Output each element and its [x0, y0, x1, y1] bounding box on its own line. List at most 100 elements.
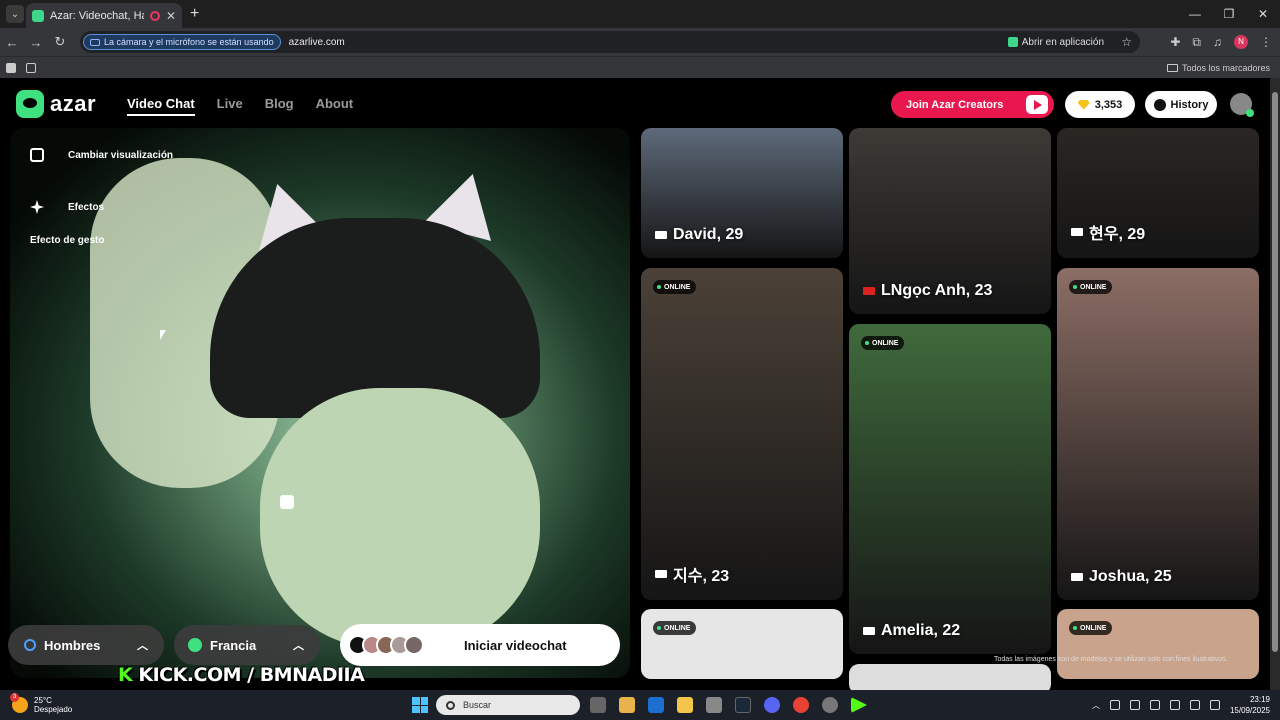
stream-overlay-text: K KICK.COM / BMNADIIA — [118, 664, 365, 686]
network-icon[interactable] — [1169, 700, 1180, 710]
kick-logo-letter: K — [118, 664, 133, 686]
maximize-button[interactable]: ❐ — [1212, 0, 1246, 28]
steam-tray-icon[interactable] — [1129, 700, 1140, 710]
address-bar[interactable]: La cámara y el micrófono se están usando… — [80, 31, 1140, 53]
profile-card-next[interactable] — [849, 664, 1051, 690]
start-videochat-button[interactable]: Iniciar videochat — [340, 624, 620, 666]
discord-icon[interactable] — [764, 697, 780, 713]
expand-icon — [30, 148, 44, 162]
windows-start-icon[interactable] — [412, 697, 428, 713]
store-icon[interactable] — [619, 697, 635, 713]
play-app-icon[interactable] — [851, 697, 867, 713]
back-button[interactable]: ← — [0, 35, 24, 50]
app-icon — [1007, 37, 1018, 47]
camera-notice-text: La cámara y el micrófono se están usando — [104, 37, 274, 47]
nav-about[interactable]: About — [316, 96, 354, 116]
profile-card-next[interactable]: ONLINE — [641, 609, 843, 679]
effects-button[interactable]: Efectos — [30, 200, 104, 214]
cloud-icon[interactable] — [1109, 700, 1120, 710]
microphone-icon[interactable] — [1149, 700, 1160, 710]
outlook-icon[interactable] — [648, 697, 664, 713]
file-explorer-icon[interactable] — [677, 697, 693, 713]
profile-card-lngoc-anh[interactable]: LNgọc Anh, 23 — [849, 128, 1051, 314]
open-in-app-button[interactable]: Abrir en aplicación — [1007, 36, 1104, 48]
history-button[interactable]: History — [1145, 91, 1217, 118]
gender-filter-button[interactable]: Hombres ︿ — [8, 625, 164, 665]
obs-icon[interactable] — [822, 697, 838, 713]
extensions-puzzle-icon[interactable]: ⧉ — [1192, 35, 1201, 50]
card-name-text: Joshua, 25 — [1089, 568, 1172, 585]
profile-card-david[interactable]: David, 29 — [641, 128, 843, 258]
play-icon — [1026, 95, 1048, 114]
gems-balance-button[interactable]: 3,353 — [1065, 91, 1135, 118]
online-badge: ONLINE — [653, 621, 697, 635]
join-creators-button[interactable]: Join Azar Creators — [891, 91, 1054, 118]
bookmark-star-icon[interactable]: ☆ — [1121, 35, 1132, 49]
vn-flag-icon — [863, 287, 875, 295]
page-scrollbar[interactable] — [1270, 78, 1280, 690]
close-window-button[interactable]: ✕ — [1246, 0, 1280, 28]
clock-icon — [1153, 98, 1166, 111]
card-name: Amelia, 22 — [863, 622, 960, 640]
open-in-app-label: Abrir en aplicación — [1021, 36, 1104, 48]
profile-card-jisu[interactable]: ONLINE 지수, 23 — [641, 268, 843, 600]
steam-icon[interactable] — [735, 697, 751, 713]
card-name-text: 현우, 29 — [1089, 226, 1146, 243]
scrollbar-thumb[interactable] — [1272, 92, 1278, 652]
extension-icon[interactable]: ✚ — [1170, 35, 1180, 49]
us-flag-icon — [655, 231, 667, 239]
menu-kebab-icon[interactable]: ⋮ — [1260, 35, 1272, 49]
all-bookmarks-label: Todos los marcadores — [1181, 62, 1270, 73]
tab-search-icon[interactable]: ⌄ — [6, 5, 24, 23]
nav-blog[interactable]: Blog — [265, 96, 294, 116]
task-view-icon[interactable] — [590, 697, 606, 713]
logo-text: azar — [50, 91, 97, 116]
nav-live[interactable]: Live — [217, 96, 243, 116]
profile-card-hyunwoo[interactable]: 현우, 29 — [1057, 128, 1259, 258]
search-icon — [446, 700, 455, 710]
camera-icon — [90, 38, 100, 46]
reload-button[interactable]: ↻ — [48, 34, 72, 50]
weather-widget[interactable]: 3 25°C Despejado — [10, 693, 73, 714]
camera-mic-indicator[interactable]: La cámara y el micrófono se están usando — [83, 34, 281, 50]
media-control-icon[interactable]: ♫ — [1213, 35, 1222, 49]
minimize-button[interactable]: — — [1178, 0, 1212, 28]
card-name-text: LNgọc Anh, 23 — [881, 282, 993, 299]
azar-favicon-icon — [32, 9, 44, 22]
gems-count: 3,353 — [1094, 98, 1123, 111]
browser-tab[interactable]: Azar: Videochat, Haz nuevo ✕ — [26, 3, 182, 28]
battery-icon[interactable] — [1209, 700, 1220, 710]
apps-grid-icon[interactable] — [26, 62, 36, 73]
gesture-effect-button[interactable]: Efecto de gesto — [30, 235, 294, 509]
avatar-stack — [348, 635, 424, 655]
taskbar-apps — [590, 697, 867, 713]
close-tab-icon[interactable]: ✕ — [166, 9, 176, 23]
chrome-icon[interactable] — [793, 697, 809, 713]
tray-overflow-icon[interactable]: ︿ — [1092, 700, 1100, 711]
kr-flag-icon — [1071, 228, 1083, 236]
profile-card-next[interactable]: ONLINE — [1057, 609, 1259, 679]
folder-icon — [1166, 63, 1178, 72]
url-text: azarlive.com — [288, 36, 345, 48]
forward-button[interactable]: → — [24, 35, 48, 50]
taskbar-search[interactable]: Buscar — [436, 695, 580, 715]
search-placeholder: Buscar — [463, 700, 492, 710]
weather-badge: 3 — [10, 693, 19, 702]
photos-icon[interactable] — [706, 697, 722, 713]
profile-card-joshua[interactable]: ONLINE Joshua, 25 — [1057, 268, 1259, 600]
profile-avatar[interactable]: N — [1234, 35, 1248, 49]
user-avatar[interactable] — [1230, 93, 1254, 117]
taskbar-clock[interactable]: 23:19 15/09/2025 — [1230, 694, 1270, 716]
azar-logo[interactable]: azar — [16, 90, 96, 118]
bookmark-app-icon[interactable] — [6, 62, 16, 73]
change-view-button[interactable]: Cambiar visualización — [30, 148, 173, 162]
profile-card-amelia[interactable]: ONLINE Amelia, 22 — [849, 324, 1051, 654]
volume-icon[interactable] — [1189, 700, 1200, 710]
nav-video-chat[interactable]: Video Chat — [127, 96, 195, 116]
all-bookmarks-button[interactable]: Todos los marcadores — [1166, 62, 1270, 73]
online-badge: ONLINE — [1069, 621, 1113, 635]
country-filter-button[interactable]: Francia ︿ — [174, 625, 320, 665]
weather-condition: Despejado — [34, 705, 73, 714]
new-tab-button[interactable]: + — [190, 5, 199, 23]
country-filter-label: Francia — [210, 637, 257, 653]
